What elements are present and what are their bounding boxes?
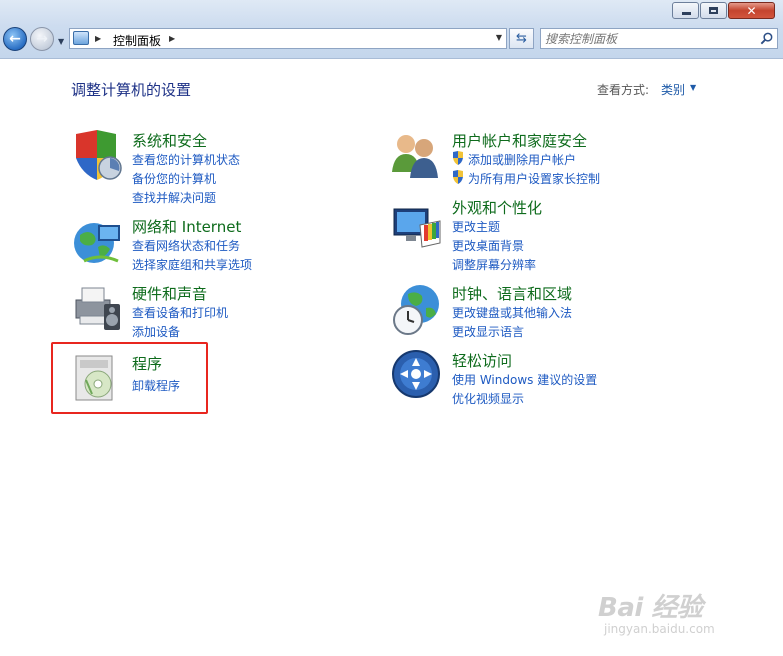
link-devices-printers[interactable]: 查看设备和打印机 (132, 304, 228, 321)
refresh-button[interactable]: ⇆ (509, 28, 534, 49)
category-title-system-security[interactable]: 系统和安全 (132, 130, 207, 151)
link-view-network-status[interactable]: 查看网络状态和任务 (132, 237, 240, 254)
link-change-input-method[interactable]: 更改键盘或其他输入法 (452, 304, 572, 321)
link-adjust-resolution[interactable]: 调整屏幕分辨率 (452, 256, 536, 273)
link-troubleshoot[interactable]: 查找并解决问题 (132, 189, 216, 206)
maximize-button[interactable] (700, 2, 727, 19)
appearance-personalization-icon[interactable] (390, 203, 444, 257)
minimize-icon (682, 12, 691, 15)
link-add-device[interactable]: 添加设备 (132, 323, 180, 340)
view-by-label: 查看方式: (597, 83, 650, 97)
category-title-user-accounts[interactable]: 用户帐户和家庭安全 (452, 130, 587, 151)
forward-button[interactable]: → (30, 27, 54, 51)
watermark-brand: Bai 经验 (598, 593, 703, 623)
link-change-theme[interactable]: 更改主题 (452, 218, 500, 235)
back-button[interactable]: ← (3, 27, 27, 51)
category-title-hardware-sound[interactable]: 硬件和声音 (132, 283, 207, 304)
hardware-sound-icon[interactable] (70, 280, 124, 334)
breadcrumb-separator-icon[interactable]: ▶ (95, 34, 101, 43)
minimize-button[interactable] (672, 2, 699, 19)
uac-shield-icon (453, 151, 463, 165)
search-input[interactable] (545, 30, 750, 47)
link-optimize-visual-display[interactable]: 优化视频显示 (452, 390, 524, 407)
search-box[interactable] (540, 28, 778, 49)
breadcrumb-separator-icon[interactable]: ▶ (169, 34, 175, 43)
address-dropdown-icon[interactable]: ▼ (496, 33, 502, 42)
clock-language-region-icon[interactable] (390, 282, 444, 336)
view-by-dropdown[interactable]: 类别 (661, 81, 685, 98)
category-title-clock-language-region[interactable]: 时钟、语言和区域 (452, 283, 572, 304)
maximize-icon (709, 7, 718, 14)
network-internet-icon[interactable] (70, 215, 124, 269)
forward-arrow-icon: → (36, 31, 48, 47)
view-by-dropdown-icon[interactable]: ▼ (690, 83, 696, 92)
control-panel-icon (73, 31, 89, 45)
system-security-icon[interactable] (70, 128, 124, 182)
page-title: 调整计算机的设置 (71, 81, 192, 99)
address-bar[interactable]: ▶ 控制面板 ▶ ▼ (69, 28, 507, 49)
category-title-appearance[interactable]: 外观和个性化 (452, 197, 542, 218)
close-icon: ✕ (746, 4, 757, 18)
close-button[interactable]: ✕ (728, 2, 775, 19)
programs-highlight-box (51, 342, 208, 414)
link-add-remove-accounts[interactable]: 添加或删除用户帐户 (468, 151, 576, 168)
refresh-icon: ⇆ (516, 31, 527, 46)
link-windows-suggested-settings[interactable]: 使用 Windows 建议的设置 (452, 371, 597, 388)
ease-of-access-icon[interactable] (390, 348, 444, 402)
breadcrumb-control-panel[interactable]: 控制面板 (113, 32, 161, 49)
search-icon[interactable] (759, 31, 774, 46)
category-title-network-internet[interactable]: 网络和 Internet (132, 216, 241, 237)
link-homegroup-sharing[interactable]: 选择家庭组和共享选项 (132, 256, 252, 273)
link-backup-computer[interactable]: 备份您的计算机 (132, 170, 216, 187)
baidu-watermark: Bai 经验 jingyan.baidu.com (598, 587, 715, 636)
watermark-site: jingyan.baidu.com (604, 622, 715, 636)
window-controls: ✕ (671, 2, 775, 21)
link-view-computer-status[interactable]: 查看您的计算机状态 (132, 151, 240, 168)
back-arrow-icon: ← (9, 31, 21, 47)
user-accounts-icon[interactable] (390, 128, 444, 182)
window-chrome: ✕ ← → ▼ ▶ 控制面板 ▶ ▼ ⇆ (0, 0, 783, 59)
link-change-desktop-background[interactable]: 更改桌面背景 (452, 237, 524, 254)
category-title-ease-of-access[interactable]: 轻松访问 (452, 350, 512, 371)
link-parental-controls[interactable]: 为所有用户设置家长控制 (468, 170, 600, 187)
recent-pages-dropdown-icon[interactable]: ▼ (58, 37, 64, 46)
uac-shield-icon (453, 170, 463, 184)
link-change-display-language[interactable]: 更改显示语言 (452, 323, 524, 340)
